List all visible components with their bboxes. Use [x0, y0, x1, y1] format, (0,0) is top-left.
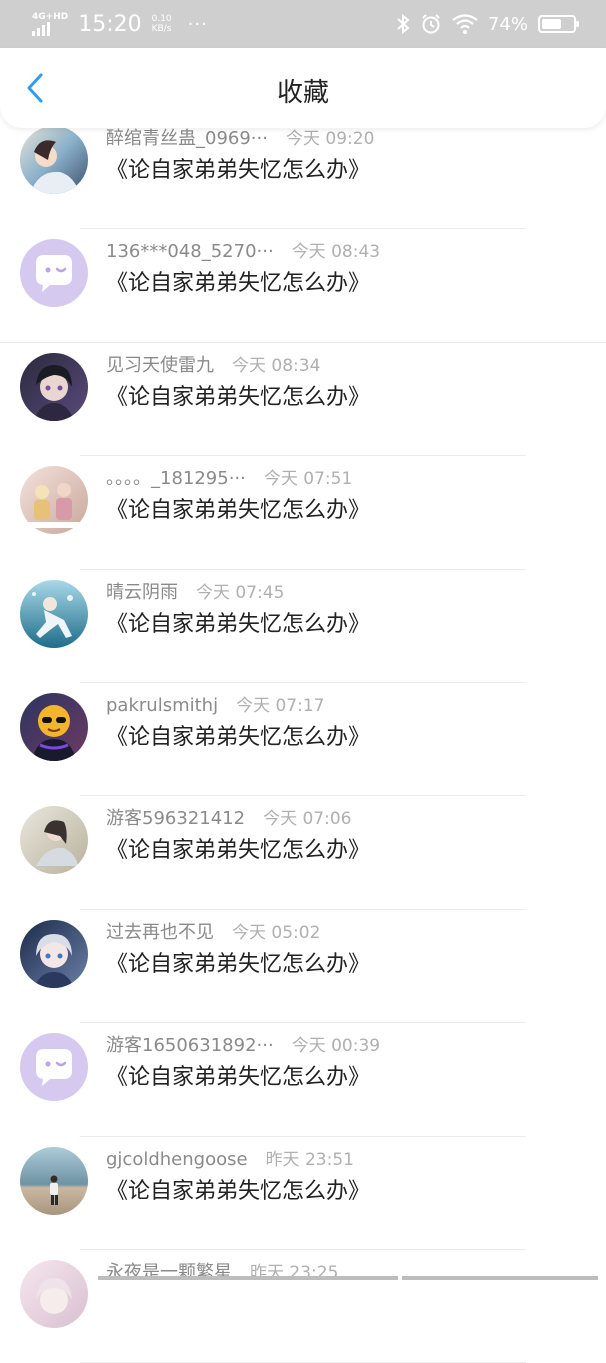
avatar-image	[20, 579, 88, 648]
username[interactable]: pakrulsmithj	[106, 695, 218, 716]
favorite-item[interactable]: 晴云阴雨 今天 07:45 《论自家弟弟失忆怎么办》	[0, 570, 606, 683]
avatar[interactable]	[20, 806, 88, 875]
avatar-image	[20, 806, 88, 875]
favorite-item[interactable]: 见习天使雷九 今天 08:34 《论自家弟弟失忆怎么办》	[0, 343, 606, 457]
avatar-image	[20, 239, 88, 308]
status-bar: 4G+HD 15:20 0.10 KB/s ··· 74%	[0, 0, 606, 48]
favorite-item[interactable]: 过去再也不见 今天 05:02 《论自家弟弟失忆怎么办》	[0, 910, 606, 1024]
signal-indicator: 4G+HD	[32, 11, 69, 36]
item-meta: 136***048_5270··· 今天 08:43	[106, 237, 380, 262]
avatar-image	[20, 692, 88, 761]
timestamp: 今天 08:43	[291, 242, 381, 263]
avatar-image	[20, 1146, 88, 1215]
timestamp: 今天 08:34	[232, 355, 321, 376]
page-title: 收藏	[276, 78, 329, 108]
avatar-image	[20, 352, 88, 421]
clock: 15:20	[78, 11, 142, 37]
favorites-list: 醉绾青丝蛊_0969··· 今天 09:20 《论自家弟弟失忆怎么办》 136***0…	[0, 116, 606, 1363]
alarm-icon	[422, 14, 440, 34]
speed-value: 0.10	[151, 14, 172, 24]
username[interactable]: 过去再也不见	[106, 918, 214, 944]
book-title[interactable]: 《论自家弟弟失忆怎么办》	[106, 832, 370, 864]
avatar[interactable]	[20, 1259, 88, 1328]
timestamp: 昨天 23:51	[265, 1149, 354, 1170]
bluetooth-icon	[397, 14, 410, 34]
avatar[interactable]	[20, 579, 88, 648]
avatar-image	[20, 126, 88, 194]
item-meta: 游客1650631892··· 今天 00:39	[106, 1031, 380, 1057]
battery-icon	[538, 15, 579, 33]
username[interactable]: 见习天使雷九	[106, 351, 214, 377]
book-title[interactable]: 《论自家弟弟失忆怎么办》	[106, 719, 370, 751]
favorite-item[interactable]: 醉绾青丝蛊_0969··· 今天 09:20 《论自家弟弟失忆怎么办》	[0, 116, 606, 230]
avatar[interactable]	[20, 466, 88, 535]
favorite-item[interactable]: 游客1650631892··· 今天 00:39 《论自家弟弟失忆怎么办》	[0, 1023, 606, 1137]
avatar-image	[20, 466, 88, 535]
avatar[interactable]	[20, 919, 88, 988]
battery-percent: 74%	[487, 13, 528, 35]
book-title[interactable]: 《论自家弟弟失忆怎么办》	[106, 379, 370, 411]
avatar[interactable]	[20, 352, 88, 421]
avatar-image	[20, 1033, 88, 1102]
username[interactable]: 。。。。_181295···	[106, 464, 246, 490]
item-meta: 游客596321412 今天 07:06	[106, 804, 351, 830]
avatar[interactable]	[20, 239, 88, 308]
favorite-item[interactable]: 136***048_5270··· 今天 08:43 《论自家弟弟失忆怎么办》	[0, 229, 606, 343]
item-meta: 见习天使雷九 今天 08:34	[106, 351, 320, 377]
item-meta: pakrulsmithj 今天 07:17	[106, 691, 324, 716]
username[interactable]: 游客596321412	[106, 804, 245, 830]
avatar[interactable]	[20, 1146, 88, 1215]
timestamp: 今天 07:17	[236, 695, 325, 716]
favorite-item[interactable]: pakrulsmithj 今天 07:17 《论自家弟弟失忆怎么办》	[0, 683, 606, 797]
item-meta: 晴云阴雨 今天 07:45	[106, 578, 284, 604]
book-title[interactable]: 《论自家弟弟失忆怎么办》	[106, 1059, 370, 1091]
username[interactable]: 永夜是一颗繁星	[106, 1258, 232, 1284]
item-meta: 永夜是一颗繁星 昨天 23:25	[106, 1258, 338, 1284]
wifi-icon	[452, 14, 478, 34]
avatar[interactable]	[20, 1033, 88, 1102]
username[interactable]: 晴云阴雨	[106, 578, 178, 604]
favorite-item[interactable]: 游客596321412 今天 07:06 《论自家弟弟失忆怎么办》	[0, 796, 606, 910]
network-speed: 0.10 KB/s	[152, 14, 172, 34]
book-title[interactable]: 《论自家弟弟失忆怎么办》	[106, 946, 370, 978]
item-meta: 过去再也不见 今天 05:02	[106, 918, 320, 944]
network-type: 4G+HD	[32, 11, 69, 22]
more-notifications: ···	[187, 13, 208, 35]
item-meta: 。。。。_181295··· 今天 07:51	[106, 464, 352, 490]
timestamp: 今天 07:45	[196, 582, 285, 603]
favorite-item[interactable]: 永夜是一颗繁星 昨天 23:25	[0, 1250, 606, 1363]
navigation-bar: 收藏	[0, 48, 606, 128]
timestamp: 今天 07:51	[263, 469, 353, 490]
home-indicator	[0, 1274, 606, 1280]
book-title[interactable]: 《论自家弟弟失忆怎么办》	[106, 492, 370, 524]
book-title[interactable]: 《论自家弟弟失忆怎么办》	[106, 152, 370, 184]
book-title[interactable]: 《论自家弟弟失忆怎么办》	[106, 1173, 370, 1205]
avatar-image	[20, 919, 88, 988]
avatar-image	[20, 1259, 88, 1328]
avatar[interactable]	[20, 126, 88, 194]
username[interactable]: gjcoldhengoose	[106, 1149, 248, 1170]
avatar[interactable]	[20, 692, 88, 761]
username[interactable]: 136***048_5270···	[106, 241, 274, 262]
favorite-item[interactable]: gjcoldhengoose 昨天 23:51 《论自家弟弟失忆怎么办》	[0, 1137, 606, 1250]
timestamp: 今天 07:06	[263, 809, 352, 830]
username[interactable]: 游客1650631892···	[106, 1031, 274, 1057]
signal-bars-icon	[32, 21, 50, 36]
timestamp: 今天 05:02	[232, 922, 321, 943]
favorite-item[interactable]: 。。。。_181295··· 今天 07:51 《论自家弟弟失忆怎么办》	[0, 456, 606, 570]
book-title[interactable]: 《论自家弟弟失忆怎么办》	[106, 606, 370, 638]
item-meta: gjcoldhengoose 昨天 23:51	[106, 1145, 354, 1170]
timestamp: 今天 00:39	[291, 1036, 381, 1057]
speed-unit: KB/s	[151, 24, 172, 34]
book-title[interactable]: 《论自家弟弟失忆怎么办》	[106, 265, 370, 297]
